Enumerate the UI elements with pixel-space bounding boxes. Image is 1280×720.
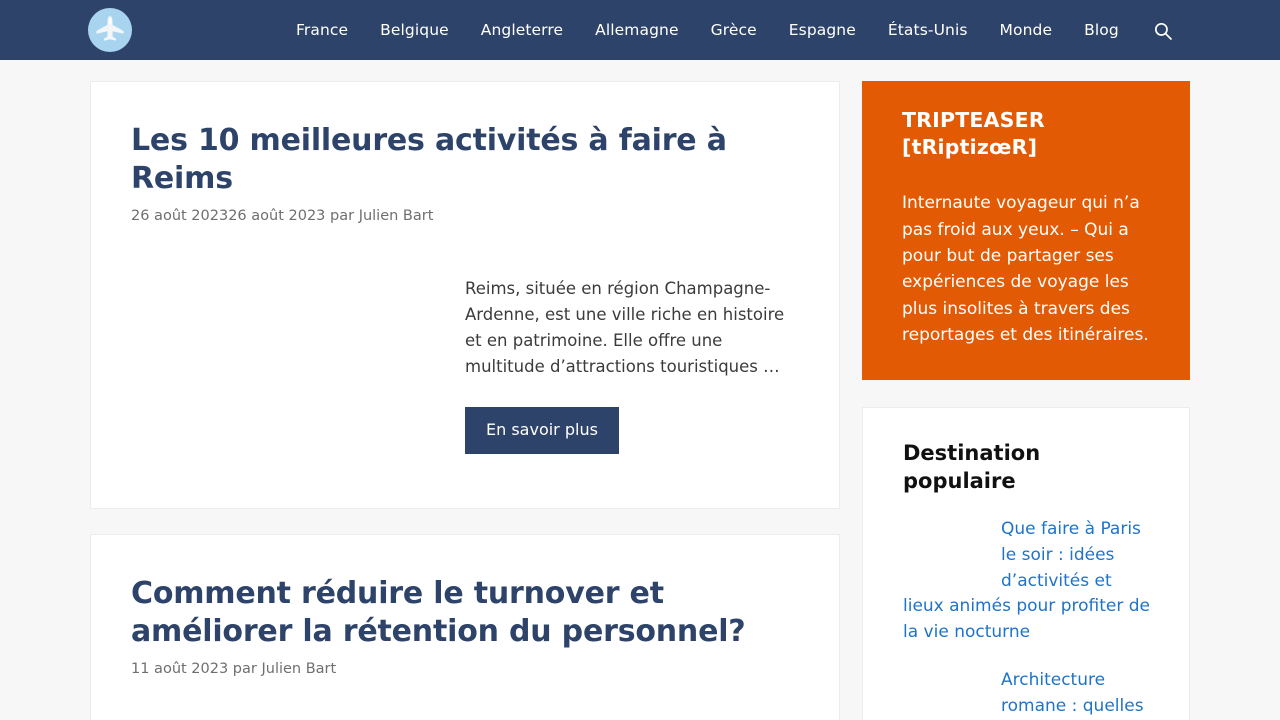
- nav-item-espagne[interactable]: Espagne: [773, 0, 872, 60]
- post-text-block: La rotation du personnel peut représente…: [465, 708, 799, 720]
- popular-item-thumbnail: [903, 668, 993, 720]
- popular-widget-title: Destination populaire: [903, 441, 1041, 493]
- post-author[interactable]: Julien Bart: [359, 208, 434, 224]
- post-card: Comment réduire le turnover et améliorer…: [90, 534, 840, 720]
- list-item: Architecture romane : quelles sont ses: [903, 668, 1151, 720]
- post-title[interactable]: Les 10 meilleures activités à faire à Re…: [131, 122, 799, 197]
- main-content: Les 10 meilleures activités à faire à Re…: [90, 81, 840, 720]
- popular-destination-widget: Destination populaire Que faire à Paris …: [862, 407, 1190, 720]
- site-header: France Belgique Angleterre Allemagne Grè…: [0, 0, 1280, 60]
- post-author[interactable]: Julien Bart: [261, 661, 336, 677]
- post-thumbnail: [131, 254, 465, 475]
- nav-item-belgique[interactable]: Belgique: [364, 0, 465, 60]
- nav-item-allemagne[interactable]: Allemagne: [579, 0, 694, 60]
- nav-item-france[interactable]: France: [280, 0, 364, 60]
- popular-item-thumbnail: [903, 516, 993, 585]
- list-item: Que faire à Paris le soir : idées d’acti…: [903, 516, 1151, 646]
- post-meta: 26 août 202326 août 2023 par Julien Bart: [131, 206, 799, 226]
- post-text-block: Reims, située en région Champagne-Ardenn…: [465, 254, 799, 474]
- post-date: 11 août 2023: [131, 661, 229, 678]
- tagline-widget-text: Internaute voyageur qui n’a pas froid au…: [902, 193, 1149, 345]
- post-title[interactable]: Comment réduire le turnover et améliorer…: [131, 575, 799, 650]
- search-toggle-button[interactable]: [1150, 18, 1176, 44]
- nav-item-blog[interactable]: Blog: [1068, 0, 1135, 60]
- post-excerpt: Reims, située en région Champagne-Ardenn…: [465, 279, 785, 377]
- nav-item-etats-unis[interactable]: États-Unis: [872, 0, 984, 60]
- nav-item-angleterre[interactable]: Angleterre: [465, 0, 579, 60]
- popular-item-link[interactable]: Architecture romane : quelles sont ses: [1001, 670, 1144, 720]
- airplane-logo-icon: [88, 8, 132, 52]
- nav-item-monde[interactable]: Monde: [984, 0, 1069, 60]
- tagline-widget: TRIPTEASER [tRiptizœR] Internaute voyage…: [862, 81, 1190, 381]
- post-by-label: par: [325, 208, 359, 224]
- post-meta: 11 août 2023 par Julien Bart: [131, 659, 799, 679]
- site-logo[interactable]: [88, 8, 132, 52]
- search-icon: [1154, 22, 1172, 40]
- post-by-label: par: [228, 661, 262, 678]
- post-card: Les 10 meilleures activités à faire à Re…: [90, 81, 840, 510]
- read-more-button[interactable]: En savoir plus: [465, 406, 619, 454]
- main-navigation: France Belgique Angleterre Allemagne Grè…: [280, 0, 1135, 60]
- post-date: 26 août 202326 août 2023: [131, 208, 326, 224]
- post-body: La rotation du personnel peut représente…: [131, 707, 799, 720]
- page-container: Les 10 meilleures activités à faire à Re…: [0, 60, 1280, 720]
- post-thumbnail: [131, 707, 465, 720]
- nav-item-grece[interactable]: Grèce: [695, 0, 773, 60]
- post-body: Reims, située en région Champagne-Ardenn…: [131, 254, 799, 475]
- sidebar: TRIPTEASER [tRiptizœR] Internaute voyage…: [862, 81, 1190, 720]
- tagline-widget-title: TRIPTEASER [tRiptizœR]: [902, 108, 1045, 159]
